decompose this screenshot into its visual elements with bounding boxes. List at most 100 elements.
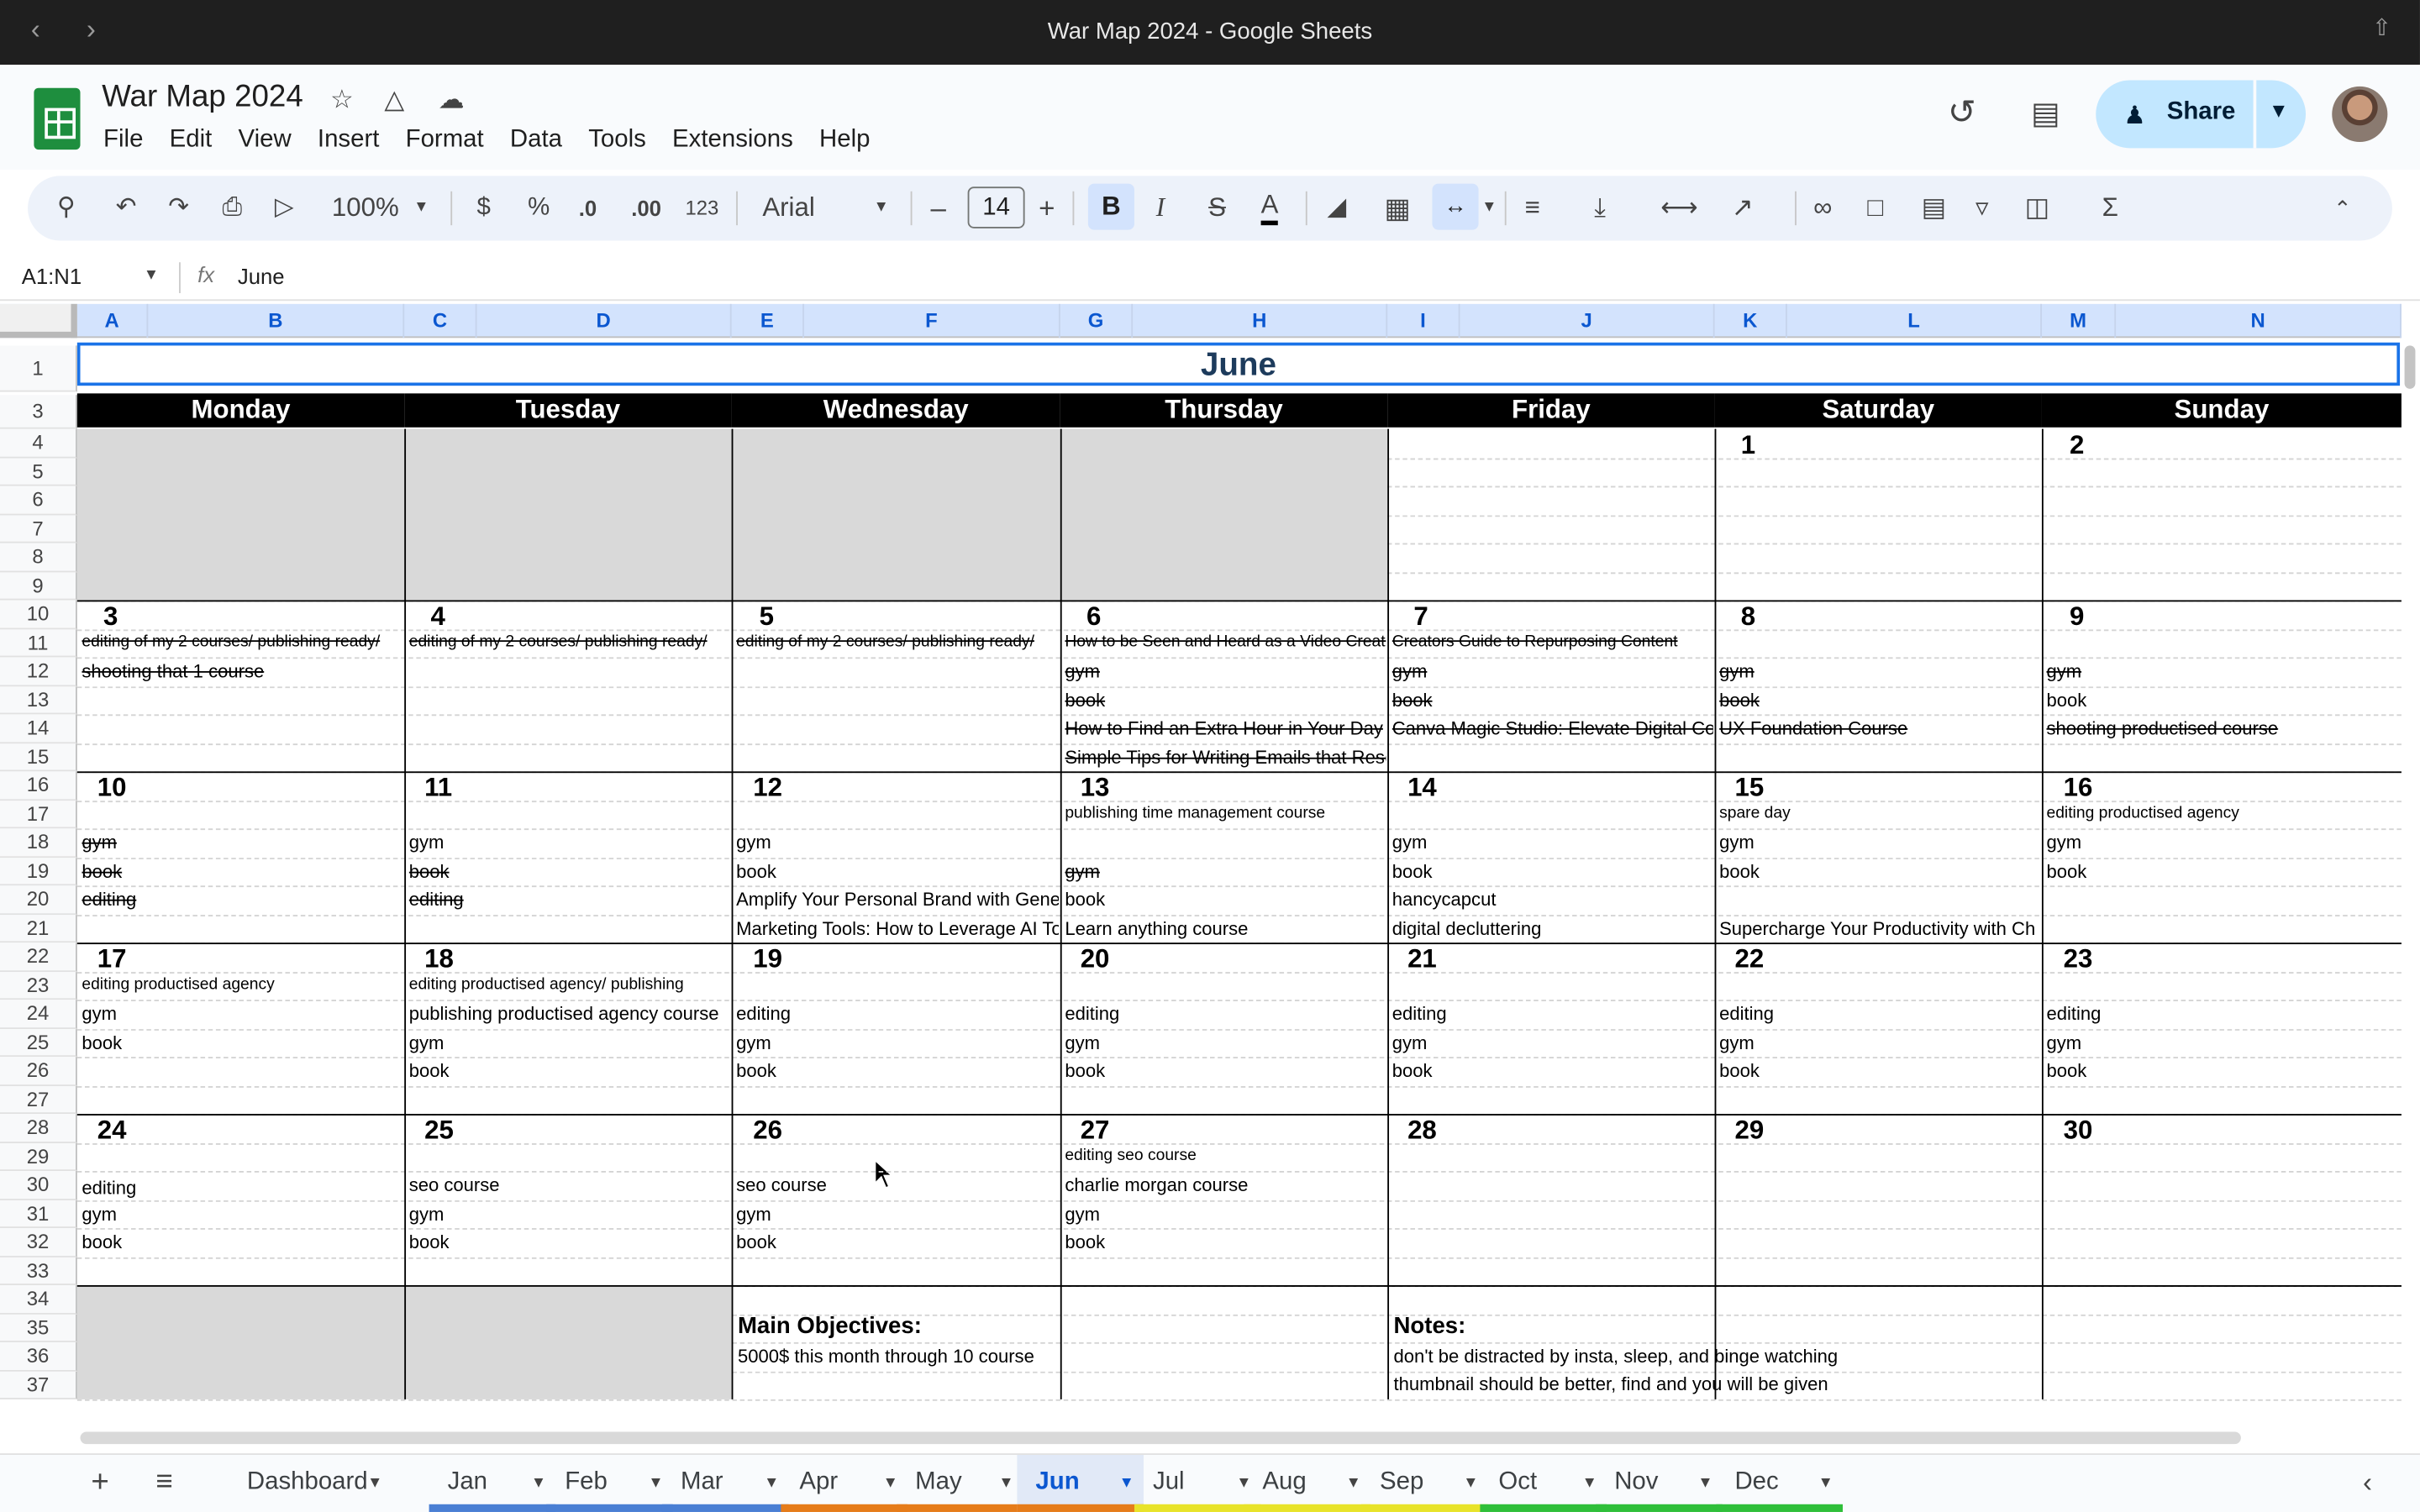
row-header-14[interactable]: 14 (0, 714, 77, 743)
row-header-12[interactable]: 12 (0, 657, 77, 686)
horizontal-align-icon[interactable]: ≡ (1525, 192, 1540, 225)
filter-views-icon[interactable]: ◫ (2025, 192, 2050, 225)
calendar-entry[interactable]: gym (736, 832, 1059, 853)
chevron-down-icon[interactable]: ▼ (998, 1475, 1013, 1492)
calendar-entry[interactable]: gym (2046, 1032, 2400, 1053)
calendar-entry[interactable]: seo course (409, 1174, 730, 1196)
calendar-entry[interactable]: hancycapcut (1392, 889, 1713, 911)
calendar-entry[interactable]: gym (409, 1203, 730, 1225)
calendar-entry[interactable]: gym (82, 832, 402, 853)
calendar-entry[interactable]: editing (82, 889, 402, 911)
column-header-j[interactable]: J (1460, 303, 1715, 339)
row-header-6[interactable]: 6 (0, 486, 77, 515)
row-header-33[interactable]: 33 (0, 1256, 77, 1285)
chevron-down-icon[interactable]: ▼ (1582, 1475, 1597, 1492)
name-box[interactable]: A1:N1 (22, 264, 82, 288)
column-header-g[interactable]: G (1060, 303, 1134, 339)
calendar-entry[interactable]: gym (1719, 660, 2040, 682)
calendar-entry[interactable]: UX Foundation Course (1719, 717, 2040, 739)
chevron-down-icon[interactable]: ▼ (367, 1475, 382, 1492)
calendar-entry[interactable]: editing (409, 889, 730, 911)
calendar-entry[interactable]: gym (1065, 1032, 1386, 1053)
column-header-l[interactable]: L (1787, 303, 2042, 339)
sheet-tab-apr[interactable]: Apr (799, 1469, 838, 1503)
chevron-down-icon[interactable]: ▼ (648, 1475, 663, 1492)
increase-font-size-button[interactable]: + (1039, 192, 1055, 225)
sheet-tab-dashboard[interactable]: Dashboard (247, 1469, 368, 1503)
calendar-entry[interactable]: editing productised agency/ publishing (409, 974, 730, 993)
row-header-21[interactable]: 21 (0, 914, 77, 943)
document-title[interactable]: War Map 2024 (102, 81, 303, 116)
chevron-down-icon[interactable]: ▼ (874, 192, 889, 225)
calendar-entry[interactable]: gym (1719, 1032, 2040, 1053)
insert-chart-icon[interactable]: ▤ (1922, 192, 1947, 225)
calendar-entry[interactable]: gym (82, 1003, 402, 1025)
row-header-23[interactable]: 23 (0, 971, 77, 1000)
menu-edit[interactable]: Edit (170, 127, 213, 155)
sheet-tab-nov[interactable]: Nov (1614, 1469, 1658, 1503)
row-header-18[interactable]: 18 (0, 828, 77, 858)
calendar-entry[interactable]: gym (1392, 660, 1713, 682)
row-header-19[interactable]: 19 (0, 857, 77, 886)
column-header-f[interactable]: F (804, 303, 1060, 339)
font-size-input[interactable]: 14 (967, 186, 1025, 228)
calendar-entry[interactable]: Supercharge Your Productivity with Chat (1719, 917, 2036, 939)
vertical-align-icon[interactable]: ⤓ (1594, 192, 1606, 225)
share-window-icon[interactable]: ⇧ (2372, 14, 2391, 41)
chevron-down-icon[interactable]: ▼ (531, 1475, 546, 1492)
horizontal-scrollbar[interactable] (80, 1431, 2241, 1445)
select-all-corner[interactable] (0, 303, 77, 339)
column-header-e[interactable]: E (732, 303, 804, 339)
calendar-entry[interactable]: book (1392, 860, 1713, 882)
row-header-11[interactable]: 11 (0, 628, 77, 658)
row-header-7[interactable]: 7 (0, 514, 77, 543)
month-title[interactable]: June (76, 342, 2401, 386)
calendar-entry[interactable]: book (82, 860, 402, 882)
chevron-down-icon[interactable]: ▼ (1463, 1475, 1478, 1492)
chevron-down-icon[interactable]: ▼ (1818, 1475, 1833, 1492)
calendar-entry[interactable]: How to be Seen and Heard as a Video Crea… (1065, 632, 1386, 650)
calendar-entry[interactable]: book (1392, 1060, 1713, 1082)
calendar-entry[interactable]: gym (1065, 860, 1386, 882)
menu-tools[interactable]: Tools (588, 127, 646, 155)
sheet-tab-sep[interactable]: Sep (1380, 1469, 1423, 1503)
row-header-20[interactable]: 20 (0, 885, 77, 915)
row-header-1[interactable]: 1 (0, 345, 77, 392)
calendar-entry[interactable]: book (736, 1060, 1059, 1082)
calendar-entry[interactable]: gym (1065, 1203, 1386, 1225)
calendar-entry[interactable]: Creators Guide to Repurposing Content (1392, 632, 1713, 650)
chevron-down-icon[interactable]: ▼ (144, 267, 159, 284)
menu-data[interactable]: Data (510, 127, 562, 155)
chevron-down-icon[interactable]: ▼ (1346, 1475, 1361, 1492)
formula-input[interactable]: June (238, 264, 285, 288)
row-header-8[interactable]: 8 (0, 543, 77, 572)
functions-button[interactable]: Σ (2102, 192, 2118, 225)
sheet-tab-may[interactable]: May (915, 1469, 962, 1503)
sheet-tab-aug[interactable]: Aug (1262, 1469, 1306, 1503)
insert-comment-icon[interactable]: □ (1867, 192, 1883, 225)
note-item[interactable]: thumbnail should be better, find and you… (1394, 1373, 1828, 1395)
sheets-logo-icon[interactable] (34, 87, 81, 150)
menu-help[interactable]: Help (819, 127, 870, 155)
column-header-b[interactable]: B (148, 303, 405, 339)
share-button[interactable]: ♟ Share ▼ (2096, 80, 2307, 149)
row-header-24[interactable]: 24 (0, 1000, 77, 1029)
sheet-tab-oct[interactable]: Oct (1498, 1469, 1537, 1503)
row-header-16[interactable]: 16 (0, 771, 77, 801)
chevron-down-icon[interactable]: ▼ (1236, 1475, 1251, 1492)
calendar-entry[interactable]: editing of my 2 courses/ publishing read… (736, 632, 1059, 650)
merge-cells-icon[interactable]: ↔ (1432, 183, 1479, 230)
menu-insert[interactable]: Insert (318, 127, 379, 155)
calendar-entry[interactable]: book (736, 860, 1059, 882)
row-header-9[interactable]: 9 (0, 571, 77, 601)
calendar-entry[interactable]: book (1392, 689, 1713, 711)
text-rotation-icon[interactable]: ↗ (1732, 192, 1754, 225)
calendar-entry[interactable]: book (82, 1231, 402, 1253)
calendar-entry[interactable]: book (736, 1231, 1059, 1253)
row-header-29[interactable]: 29 (0, 1142, 77, 1172)
star-icon[interactable]: ☆ (330, 85, 354, 116)
calendar-entry[interactable]: editing (82, 1177, 402, 1199)
calendar-entry[interactable]: book (82, 1032, 402, 1053)
sheet-tab-dec[interactable]: Dec (1734, 1469, 1778, 1503)
calendar-entry[interactable]: book (409, 1060, 730, 1082)
